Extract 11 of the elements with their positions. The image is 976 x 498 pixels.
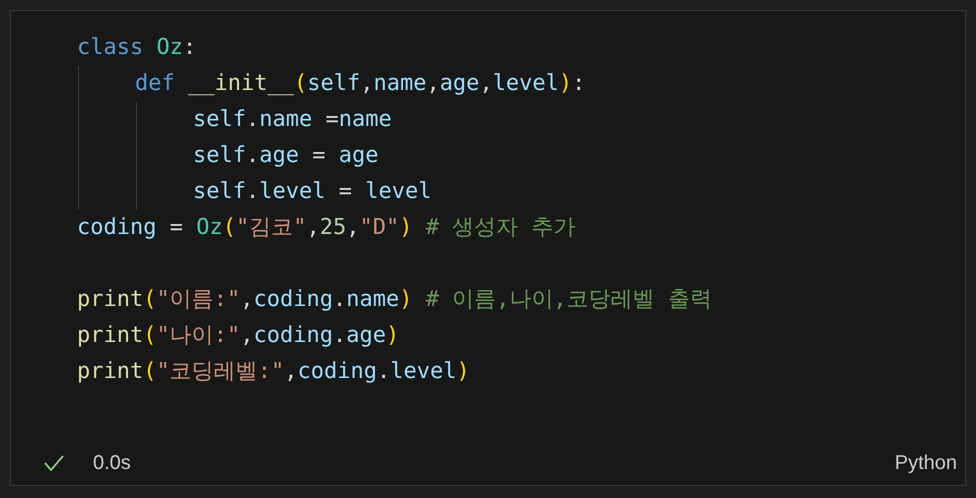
code-line: print("나이:",coding.age) [77, 322, 400, 350]
execution-time: 0.0s [93, 451, 131, 476]
code-line: class Oz: [77, 34, 196, 62]
cell-language[interactable]: Python [894, 448, 957, 478]
code-line: print("코딩레벨:",coding.level) [77, 358, 470, 386]
code-line: def __init__(self,name,age,level): [135, 70, 586, 98]
code-line: self.name =name [193, 106, 392, 134]
code-line: self.age = age [193, 142, 378, 170]
code-line: self.level = level [193, 178, 432, 206]
code-line: print("이름:",coding.name) # 이름,나이,코당레벨 출력 [77, 286, 712, 314]
code-line: coding = Oz("김코",25,"D") # 생성자 추가 [77, 214, 576, 242]
